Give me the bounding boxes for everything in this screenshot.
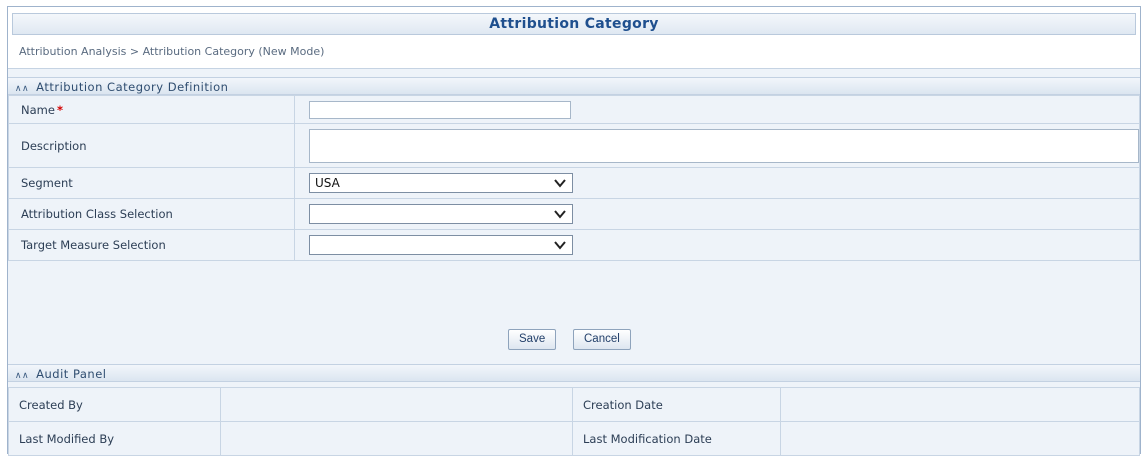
creation-date-value xyxy=(780,387,1140,422)
audit-section-header[interactable]: ∧∧ Audit Panel xyxy=(8,364,1140,382)
segment-select[interactable]: USA xyxy=(309,173,573,193)
name-label-cell: Name * xyxy=(8,95,295,124)
audit-row-modified: Last Modified By Last Modification Date xyxy=(8,421,1140,456)
description-input[interactable] xyxy=(309,128,1139,163)
target-measure-label: Target Measure Selection xyxy=(8,229,295,261)
chevron-down-icon xyxy=(554,179,566,188)
definition-form: Name * Description Segment USA Attributio… xyxy=(8,95,1140,261)
attribution-class-row: Attribution Class Selection xyxy=(8,198,1140,230)
chevron-down-icon xyxy=(554,210,566,219)
name-input[interactable] xyxy=(309,100,571,119)
segment-row: Segment USA xyxy=(8,167,1140,199)
main-window: Attribution Category Attribution Analysi… xyxy=(7,6,1141,456)
last-modified-by-value xyxy=(220,421,573,456)
double-chevron-up-icon[interactable]: ∧∧ xyxy=(12,367,32,385)
description-label: Description xyxy=(8,123,295,168)
segment-selected-value: USA xyxy=(315,176,340,190)
segment-label: Segment xyxy=(8,167,295,199)
creation-date-label: Creation Date xyxy=(572,387,781,422)
page-title: Attribution Category xyxy=(12,13,1136,35)
attribution-class-select[interactable] xyxy=(309,204,573,224)
target-measure-select[interactable] xyxy=(309,235,573,255)
cancel-button[interactable]: Cancel xyxy=(573,329,631,350)
last-modification-date-value xyxy=(780,421,1140,456)
save-button[interactable]: Save xyxy=(508,329,557,350)
last-modified-by-label: Last Modified By xyxy=(8,421,221,456)
definition-section-title: Attribution Category Definition xyxy=(36,80,229,94)
definition-section-header[interactable]: ∧∧ Attribution Category Definition xyxy=(8,77,1140,95)
last-modification-date-label: Last Modification Date xyxy=(572,421,781,456)
target-measure-row: Target Measure Selection xyxy=(8,229,1140,261)
name-row: Name * xyxy=(8,95,1140,124)
audit-row-created: Created By Creation Date xyxy=(8,387,1140,422)
breadcrumb: Attribution Analysis > Attribution Categ… xyxy=(19,45,325,58)
attribution-class-label: Attribution Class Selection xyxy=(8,198,295,230)
name-label: Name xyxy=(21,102,55,117)
description-row: Description xyxy=(8,123,1140,168)
title-bar: Attribution Category Attribution Analysi… xyxy=(8,7,1140,69)
audit-table: Created By Creation Date Last Modified B… xyxy=(8,387,1140,456)
chevron-down-icon xyxy=(554,241,566,250)
audit-section-title: Audit Panel xyxy=(36,367,107,381)
created-by-value xyxy=(220,387,573,422)
required-asterisk: * xyxy=(56,102,63,117)
created-by-label: Created By xyxy=(8,387,221,422)
